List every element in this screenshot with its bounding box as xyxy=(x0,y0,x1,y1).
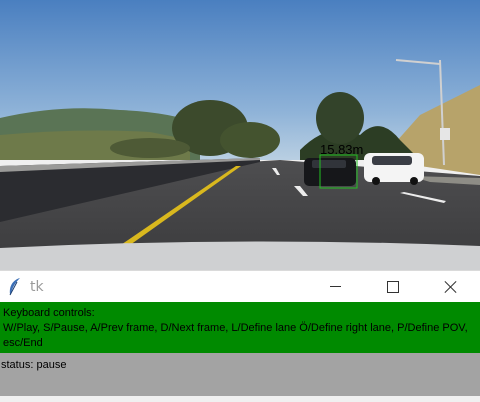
keyboard-controls-text: W/Play, S/Pause, A/Prev frame, D/Next fr… xyxy=(3,322,468,349)
video-frame: 15.83m xyxy=(0,0,480,270)
minimize-button[interactable] xyxy=(312,271,358,302)
maximize-button[interactable] xyxy=(370,271,416,302)
feather-icon xyxy=(7,277,23,297)
bottom-strip xyxy=(0,396,480,402)
keyboard-controls-panel: Keyboard controls: W/Play, S/Pause, A/Pr… xyxy=(0,302,480,353)
window-title: tk xyxy=(30,279,44,295)
close-button[interactable] xyxy=(428,271,474,302)
window-titlebar[interactable]: tk xyxy=(0,270,480,302)
tree-cluster-right xyxy=(316,92,364,144)
hood xyxy=(0,241,480,270)
minimize-icon xyxy=(329,286,341,287)
detection-distance-label: 15.83m xyxy=(320,142,363,157)
keyboard-controls-heading: Keyboard controls: xyxy=(3,307,95,319)
road-sign xyxy=(440,128,450,140)
maximize-icon xyxy=(387,280,399,293)
close-icon xyxy=(444,280,458,294)
status-panel: status: pause xyxy=(0,353,480,396)
status-text: status: pause xyxy=(1,359,67,371)
